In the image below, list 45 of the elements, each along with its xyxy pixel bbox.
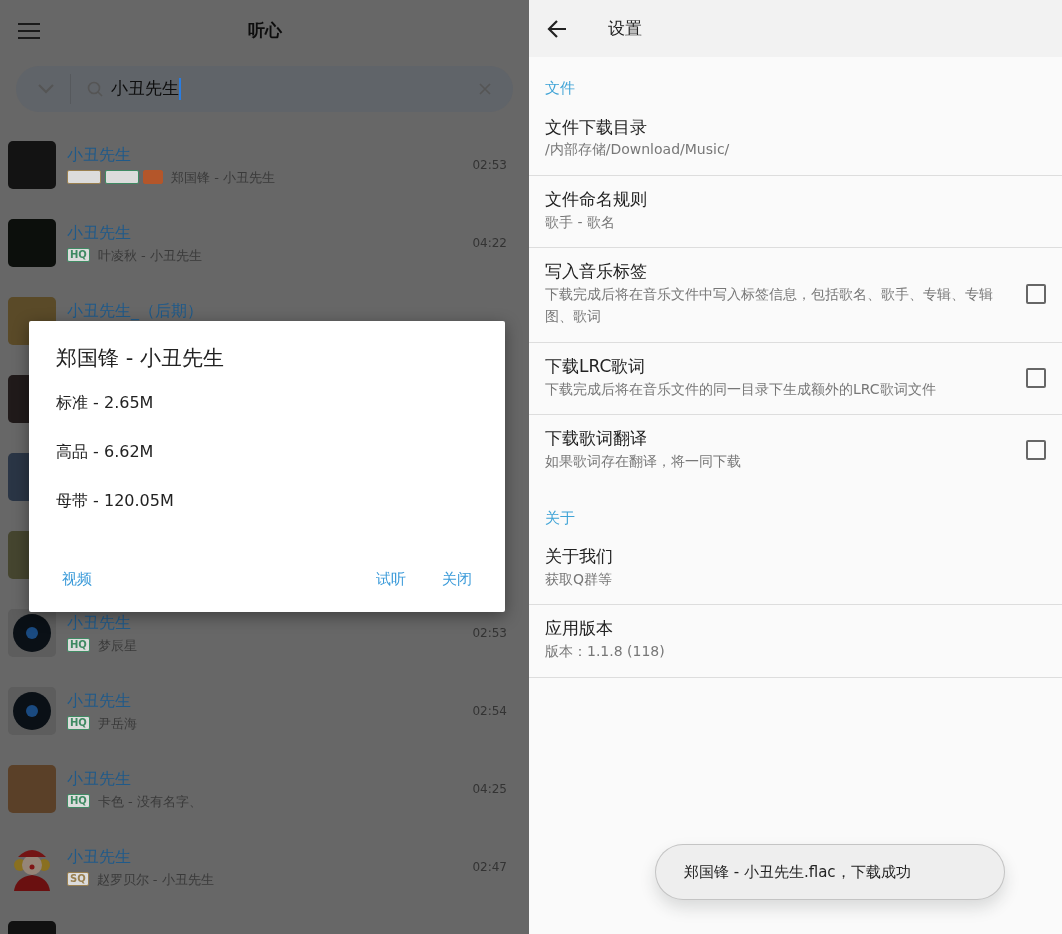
checkbox[interactable] bbox=[1026, 367, 1046, 388]
quality-tag: HQ bbox=[67, 716, 90, 731]
quality-option[interactable]: 母带 - 120.05M bbox=[56, 490, 478, 511]
back-arrow-icon[interactable] bbox=[547, 19, 567, 38]
checkbox[interactable] bbox=[1026, 439, 1046, 460]
text-cursor bbox=[179, 78, 181, 100]
checkbox[interactable] bbox=[1026, 284, 1046, 304]
quality-option[interactable]: 高品 - 6.62M bbox=[56, 441, 478, 461]
item-title: 写入音乐标签 bbox=[545, 260, 648, 284]
dialog-title: 郑国锋 - 小丑先生 bbox=[56, 345, 225, 372]
settings-item[interactable]: 关于我们 获取Q群等 bbox=[529, 533, 1062, 606]
item-subtitle: 如果歌词存在翻译，将一同下载 bbox=[545, 452, 742, 472]
item-title: 文件命名规则 bbox=[545, 187, 648, 211]
quality-tag: HQ bbox=[67, 794, 90, 809]
item-subtitle: 下载完成后将在音乐文件中写入标签信息，包括歌名、歌手、专辑、专辑图、歌词 bbox=[545, 285, 994, 327]
settings-item[interactable]: 下载歌词翻译 如果歌词存在翻译，将一同下载 bbox=[529, 415, 1062, 487]
item-subtitle: 获取Q群等 bbox=[545, 569, 614, 589]
album-photo-placeholder bbox=[8, 765, 56, 813]
item-title: 下载LRC歌词 bbox=[545, 354, 647, 378]
settings-item[interactable]: 文件下载目录 /内部存储/Download/Music/ bbox=[529, 103, 1062, 176]
toast-message: 郑国锋 - 小丑先生.flac，下载成功 bbox=[655, 844, 1005, 900]
app-title: 听心 bbox=[247, 19, 282, 43]
album-photo-placeholder bbox=[8, 141, 56, 189]
item-subtitle: 版本：1.1.8 (118) bbox=[545, 642, 666, 662]
section-header: 文件 bbox=[544, 78, 576, 99]
quality-tag: HQ bbox=[67, 638, 90, 653]
item-subtitle: /内部存储/Download/Music/ bbox=[545, 140, 731, 160]
settings-item[interactable]: 写入音乐标签 下载完成后将在音乐文件中写入标签信息，包括歌名、歌手、专辑、专辑图、歌词 bbox=[529, 248, 1062, 343]
item-title: 下载歌词翻译 bbox=[545, 427, 648, 451]
settings-item[interactable]: 下载LRC歌词 下载完成后将在音乐文件的同一目录下生成额外的LRC歌词文件 bbox=[529, 342, 1062, 416]
settings-item[interactable]: 文件命名规则 歌手 - 歌名 bbox=[529, 175, 1062, 249]
item-subtitle: 下载完成后将在音乐文件的同一目录下生成额外的LRC歌词文件 bbox=[545, 379, 937, 399]
item-subtitle: 歌手 - 歌名 bbox=[545, 212, 616, 232]
quality-tag: HQ bbox=[67, 248, 90, 263]
search-text: 小丑先生 bbox=[110, 77, 179, 101]
item-title: 应用版本 bbox=[545, 617, 614, 641]
item-title: 文件下载目录 bbox=[545, 115, 648, 139]
quality-option[interactable]: 标准 - 2.65M bbox=[56, 392, 478, 412]
settings-item[interactable]: 应用版本 版本：1.1.8 (118) bbox=[529, 605, 1062, 678]
item-title: 关于我们 bbox=[545, 545, 614, 568]
menu-icon[interactable] bbox=[18, 22, 40, 40]
album-photo-placeholder bbox=[8, 219, 56, 267]
screen-title: 设置 bbox=[608, 16, 642, 40]
quality-tag: SQ bbox=[67, 872, 89, 887]
section-header: 关于 bbox=[544, 507, 576, 529]
